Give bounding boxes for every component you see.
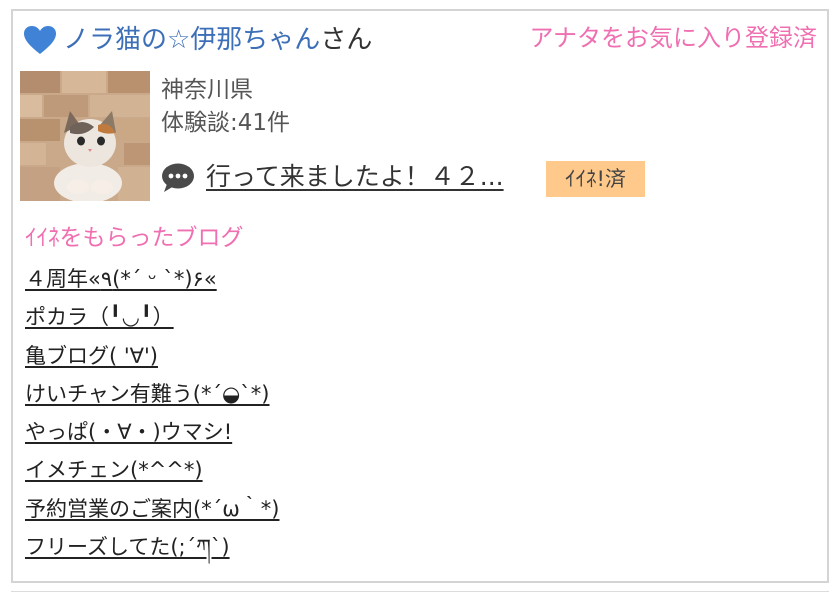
card-header: ノラ猫の☆伊那ちゃんさん アナタをお気に入り登録済: [23, 19, 817, 59]
liked-blogs-title: ｲｲﾈをもらったブログ: [25, 225, 244, 251]
blog-link[interactable]: 亀ブログ( '∀'): [25, 344, 158, 368]
favorite-status: アナタをお気に入り登録済: [529, 24, 817, 52]
blog-link[interactable]: ポカラ（╹◡╹）: [25, 305, 174, 329]
list-item: フリーズしてた(;´ཀ`): [25, 531, 279, 569]
blog-link[interactable]: ４周年«٩(*´ ᵕ `*)۶«: [25, 267, 217, 291]
user-nickname-link[interactable]: ノラ猫の☆伊那ちゃん: [63, 25, 320, 55]
blog-link[interactable]: けいチャン有難う(*´◒`*): [25, 382, 270, 406]
list-item: ポカラ（╹◡╹）: [25, 301, 279, 339]
list-item: けいチャン有難う(*´◒`*): [25, 378, 279, 416]
user-honorific: さん: [320, 25, 373, 55]
blog-link[interactable]: やっぱ(・∀・)ウマシ!: [25, 420, 232, 444]
blog-link[interactable]: イメチェン(*^^*): [25, 458, 203, 482]
profile-card: ノラ猫の☆伊那ちゃんさん アナタをお気に入り登録済 神奈川県 体験談:41件 行…: [11, 9, 829, 583]
heart-icon: [24, 26, 56, 54]
avatar[interactable]: [20, 71, 150, 201]
liked-blogs-list: ４周年«٩(*´ ᵕ `*)۶« ポカラ（╹◡╹） 亀ブログ( '∀') けいチ…: [25, 263, 279, 569]
list-item: やっぱ(・∀・)ウマシ!: [25, 416, 279, 454]
chat-bubble-icon: [162, 163, 194, 192]
profile-info: 神奈川県 体験談:41件: [161, 75, 290, 138]
user-name: ノラ猫の☆伊那ちゃんさん: [63, 23, 372, 57]
latest-review-link[interactable]: 行って来ましたよ！４２...: [206, 159, 504, 195]
iine-badge[interactable]: ｲｲﾈ!済: [546, 161, 645, 197]
prefecture: 神奈川県: [161, 77, 253, 103]
profile-section: 神奈川県 体験談:41件 行って来ましたよ！４２... ｲｲﾈ!済: [20, 71, 817, 201]
blog-link[interactable]: フリーズしてた(;´ཀ`): [25, 535, 230, 559]
blog-link[interactable]: 予約営業のご案内(*´ω｀*): [25, 497, 279, 521]
review-count: 体験談:41件: [161, 110, 291, 136]
list-item: 予約営業のご案内(*´ω｀*): [25, 493, 279, 531]
divider: [11, 591, 829, 592]
list-item: イメチェン(*^^*): [25, 454, 279, 492]
list-item: 亀ブログ( '∀'): [25, 340, 279, 378]
list-item: ４周年«٩(*´ ᵕ `*)۶«: [25, 263, 279, 301]
